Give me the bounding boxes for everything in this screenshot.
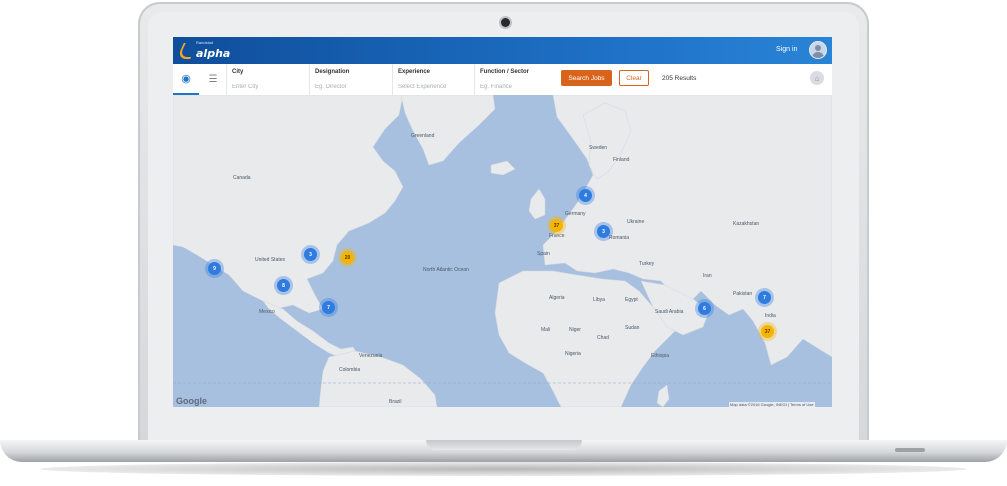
sign-in-link[interactable]: Sign in [776, 46, 797, 53]
cluster-marker-middle-east[interactable]: 6 [698, 302, 711, 315]
label-finland: Finland [613, 157, 630, 163]
label-india: India [765, 313, 776, 319]
label-egypt: Egypt [625, 297, 638, 303]
label-united-states: United States [255, 257, 286, 263]
label-romania: Romania [609, 235, 630, 241]
experience-select[interactable] [398, 84, 468, 90]
map-credits[interactable]: Map data ©2016 Google, INEGI | Terms of … [729, 402, 815, 407]
label-ukraine: Ukraine [627, 219, 645, 225]
label-pakistan: Pakistan [733, 291, 753, 297]
city-field: City [227, 64, 310, 95]
cluster-marker-east-us[interactable]: 20 [341, 251, 354, 264]
cluster-marker-west-us[interactable]: 9 [208, 262, 221, 275]
map-canvas [173, 94, 832, 407]
cluster-marker-north-india[interactable]: 7 [758, 291, 771, 304]
label-kazakhstan: Kazakhstan [733, 221, 760, 227]
designation-input[interactable] [315, 84, 385, 90]
label-greenland: Greenland [411, 133, 435, 139]
avatar-head [815, 45, 821, 51]
experience-field: Experience [393, 64, 475, 95]
search-jobs-button[interactable]: Search Jobs [561, 70, 612, 86]
experience-label: Experience [398, 69, 431, 75]
label-france: France [549, 233, 565, 239]
city-input[interactable] [232, 84, 302, 90]
cluster-marker-eastern-europe[interactable]: 3 [597, 225, 610, 238]
logo-swoosh-icon [176, 43, 198, 59]
user-avatar-icon[interactable] [809, 41, 827, 59]
world-map[interactable]: Greenland Canada United States Mexico Ve… [173, 94, 832, 407]
label-colombia: Colombia [339, 367, 361, 373]
label-niger: Niger [569, 327, 581, 333]
label-canada: Canada [233, 175, 251, 181]
list-view-tab[interactable]: ☰ [200, 64, 227, 95]
app-screen: Randstad alpha Sign in ◉ ☰ City Designat… [173, 37, 832, 407]
label-mexico: Mexico [259, 309, 275, 315]
label-ethiopia: Ethiopia [651, 353, 670, 359]
google-logo: Google [176, 396, 207, 406]
label-algeria: Algeria [549, 295, 565, 301]
webcam [501, 18, 510, 27]
label-venezuela: Venezuela [359, 353, 383, 359]
label-chad: Chad [597, 335, 609, 341]
laptop-shadow [40, 462, 967, 476]
results-count: 205 Results [662, 75, 697, 82]
top-navbar: Randstad alpha Sign in [173, 37, 832, 64]
label-brazil: Brazil [389, 399, 402, 405]
label-sudan: Sudan [625, 325, 640, 331]
label-saudi-arabia: Saudi Arabia [655, 309, 684, 315]
city-label: City [232, 69, 244, 75]
label-atlantic: North Atlantic Ocean [423, 267, 469, 273]
cluster-marker-great-lakes[interactable]: 3 [304, 248, 317, 261]
function-field: Function / Sector [475, 64, 557, 95]
logo-text: alpha [196, 47, 231, 60]
label-mali: Mali [541, 327, 551, 333]
home-icon[interactable]: ⌂ [810, 71, 824, 85]
label-iran: Iran [703, 273, 712, 279]
designation-label: Designation [315, 69, 350, 75]
laptop-foot [895, 448, 925, 452]
logo-small-text: Randstad [196, 40, 214, 45]
cluster-marker-south-india[interactable]: 37 [761, 325, 774, 338]
function-label: Function / Sector [480, 69, 530, 75]
label-nigeria: Nigeria [565, 351, 581, 357]
cluster-marker-western-europe[interactable]: 37 [550, 219, 563, 232]
cluster-marker-northern-europe[interactable]: 4 [579, 189, 592, 202]
label-sweden: Sweden [589, 145, 608, 151]
map-view-tab[interactable]: ◉ [173, 64, 199, 95]
list-icon: ☰ [208, 74, 218, 85]
laptop-notch [426, 440, 582, 450]
label-germany: Germany [565, 211, 586, 217]
designation-field: Designation [310, 64, 393, 95]
avatar-body [812, 52, 824, 58]
alpha-logo[interactable]: Randstad alpha [176, 40, 231, 60]
label-libya: Libya [593, 297, 605, 303]
cluster-marker-texas[interactable]: 8 [277, 279, 290, 292]
clear-button[interactable]: Clear [619, 70, 649, 86]
search-bar: ◉ ☰ City Designation Experience Function… [173, 64, 832, 96]
cluster-marker-florida[interactable]: 7 [322, 301, 335, 314]
location-pin-icon: ◉ [181, 73, 191, 85]
label-turkey: Turkey [639, 261, 655, 267]
function-input[interactable] [480, 84, 550, 90]
label-spain: Spain [537, 251, 550, 257]
